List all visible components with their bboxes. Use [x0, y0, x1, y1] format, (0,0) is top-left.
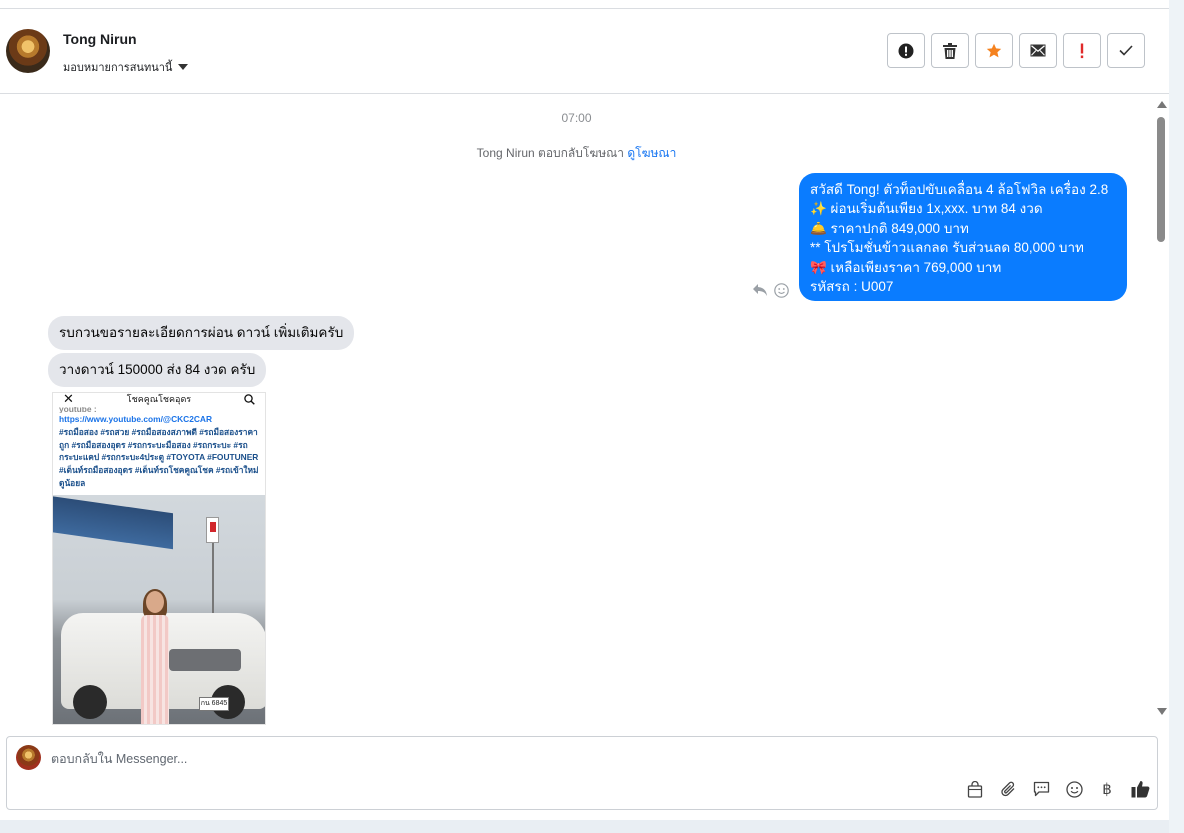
shared-post-text: youtube : https://www.youtube.com/@CKC2C… [53, 405, 265, 494]
trash-icon [943, 42, 957, 59]
presenter [137, 589, 173, 724]
header-actions [887, 33, 1145, 68]
message-line: รหัสรถ : U007 [810, 279, 894, 295]
assign-label: มอบหมายการสนทนานี้ [63, 62, 173, 74]
incoming-message[interactable]: วางดาวน์ 150000 ส่ง 84 งวด ครับ [48, 353, 267, 387]
showroom-roof [53, 495, 173, 550]
delete-button[interactable] [931, 33, 969, 68]
shared-post-url: https://www.youtube.com/@CKC2CAR [59, 414, 213, 424]
important-button[interactable] [1063, 33, 1101, 68]
caret-down-icon [178, 64, 189, 70]
saved-reply-icon[interactable] [1031, 779, 1051, 799]
shared-image[interactable]: ✕ โชคคูณโชคอุดร youtube : https://www.yo… [52, 392, 266, 725]
ad-reply-notice: Tong Nirun ตอบกลับโฆษณา ดูโฆษณา [0, 144, 1153, 163]
close-icon: ✕ [63, 392, 74, 406]
view-ad-link[interactable]: ดูโฆษณา [627, 146, 676, 160]
reply-input[interactable] [51, 747, 751, 771]
thumbs-up-icon[interactable] [1130, 779, 1150, 799]
message-timestamp: 07:00 [561, 111, 592, 125]
shared-image-title: โชคคูณโชคอุดร [126, 394, 192, 404]
emoji-react-icon[interactable] [774, 283, 789, 298]
shared-post-hashtags: #รถมือสอง #รถสวย #รถมือสองสภาพดี #รถมือส… [59, 426, 259, 488]
baht-icon[interactable]: ฿ [1097, 779, 1117, 799]
store-sign [206, 517, 219, 543]
license-plate: กน 6845 [199, 697, 229, 711]
envelope-icon [1030, 44, 1046, 57]
conversation-panel: Tong Nirun มอบหมายการสนทนานี้ 07:00 Tong… [0, 0, 1169, 820]
message-line: ** โปรโมชั่นข้าวแลกลด รับส่วนลด 80,000 บ… [810, 240, 1084, 256]
ad-reply-text: Tong Nirun ตอบกลับโฆษณา [476, 146, 625, 160]
shared-image-topbar: ✕ โชคคูณโชคอุดร [53, 392, 265, 406]
window-edge [1169, 0, 1184, 833]
star-icon [986, 43, 1002, 57]
message-composer: ฿ [6, 736, 1158, 810]
car-wheel [73, 685, 107, 719]
message-line: 🎀 เหลือเพียงราคา 769,000 บาท [810, 259, 1002, 275]
contact-avatar[interactable] [6, 29, 50, 73]
emoji-icon[interactable] [1064, 779, 1084, 799]
outgoing-message[interactable]: สวัสดี Tong! ตัวท็อปขับเคลื่อน 4 ล้อโฟวิ… [799, 173, 1127, 301]
message-line: 🛎️ ราคาปกติ 849,000 บาท [810, 220, 969, 236]
incoming-message[interactable]: รบกวนขอรายละเอียดการผ่อน ดาวน์ เพิ่มเติม… [48, 316, 355, 350]
conversation-header: Tong Nirun มอบหมายการสนทนานี้ [0, 9, 1169, 94]
exclamation-icon [1080, 43, 1084, 58]
spam-button[interactable] [887, 33, 925, 68]
scroll-down-icon[interactable] [1157, 708, 1167, 715]
message-thread[interactable]: 07:00 Tong Nirun ตอบกลับโฆษณา ดูโฆษณา สว… [0, 95, 1153, 725]
assign-conversation-dropdown[interactable]: มอบหมายการสนทนานี้ [63, 58, 189, 76]
page-avatar [16, 745, 41, 770]
mark-unread-button[interactable] [1019, 33, 1057, 68]
composer-toolbar: ฿ [965, 779, 1150, 799]
message-actions [752, 283, 789, 298]
search-icon [244, 393, 255, 405]
paperclip-icon[interactable] [998, 779, 1018, 799]
car-grill [169, 649, 241, 671]
shopping-bag-icon[interactable] [965, 779, 985, 799]
reply-icon[interactable] [752, 283, 768, 297]
contact-name[interactable]: Tong Nirun [63, 31, 137, 47]
star-button[interactable] [975, 33, 1013, 68]
thread-scrollbar[interactable] [1154, 95, 1169, 725]
car-photo: กน 6845 [53, 495, 265, 724]
message-line: สวัสดี Tong! ตัวท็อปขับเคลื่อน 4 ล้อโฟวิ… [810, 182, 1109, 197]
message-line: ✨ ผ่อนเริ่มต้นเพียง 1x,xxx. บาท 84 งวด [810, 201, 1043, 217]
scroll-up-icon[interactable] [1157, 101, 1167, 108]
done-button[interactable] [1107, 33, 1145, 68]
presenter-outfit [141, 615, 169, 724]
alert-circle-icon [898, 43, 914, 58]
check-icon [1119, 45, 1133, 56]
presenter-head [146, 591, 164, 613]
scroll-thumb[interactable] [1157, 117, 1165, 242]
